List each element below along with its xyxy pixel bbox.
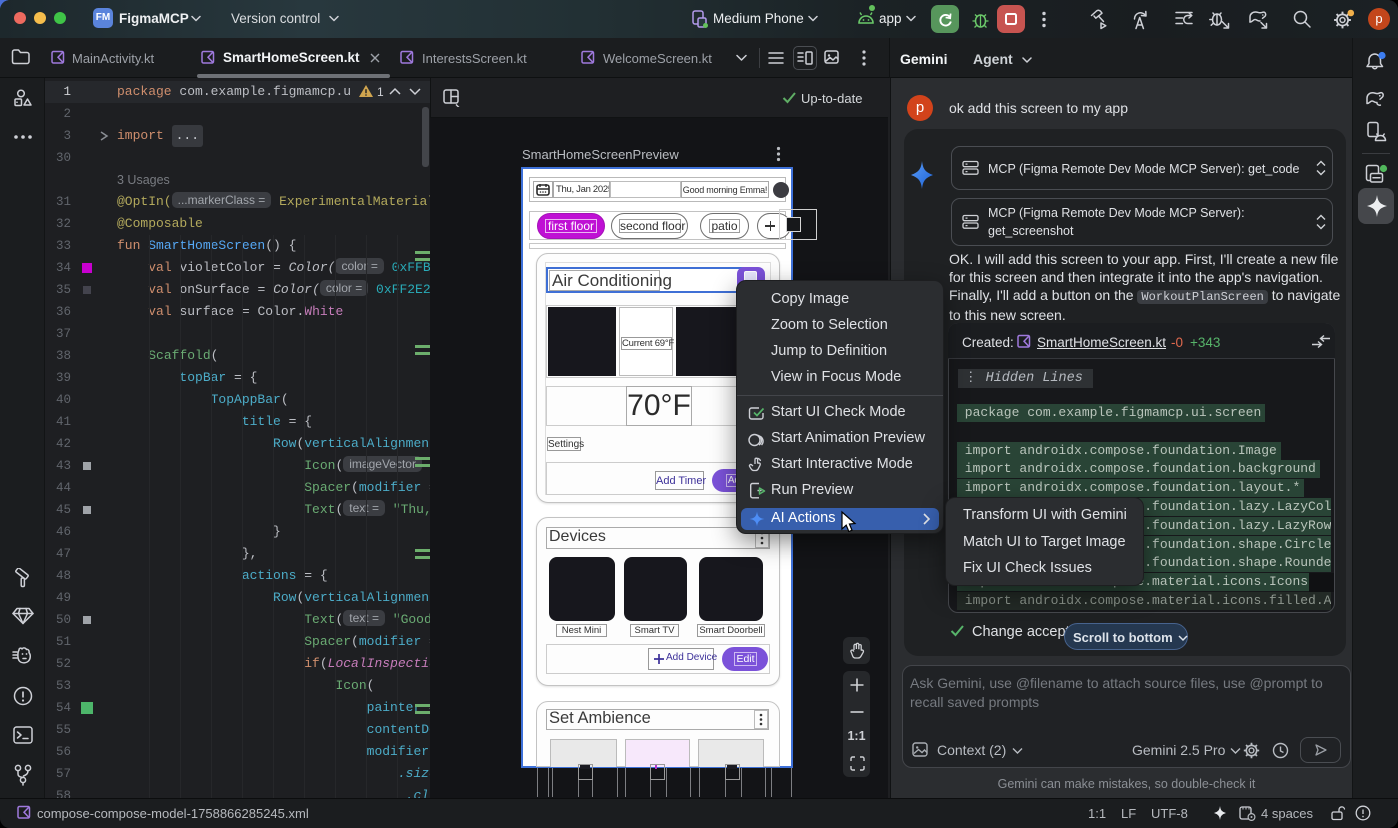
svg-text:1: 1 [377,85,384,99]
